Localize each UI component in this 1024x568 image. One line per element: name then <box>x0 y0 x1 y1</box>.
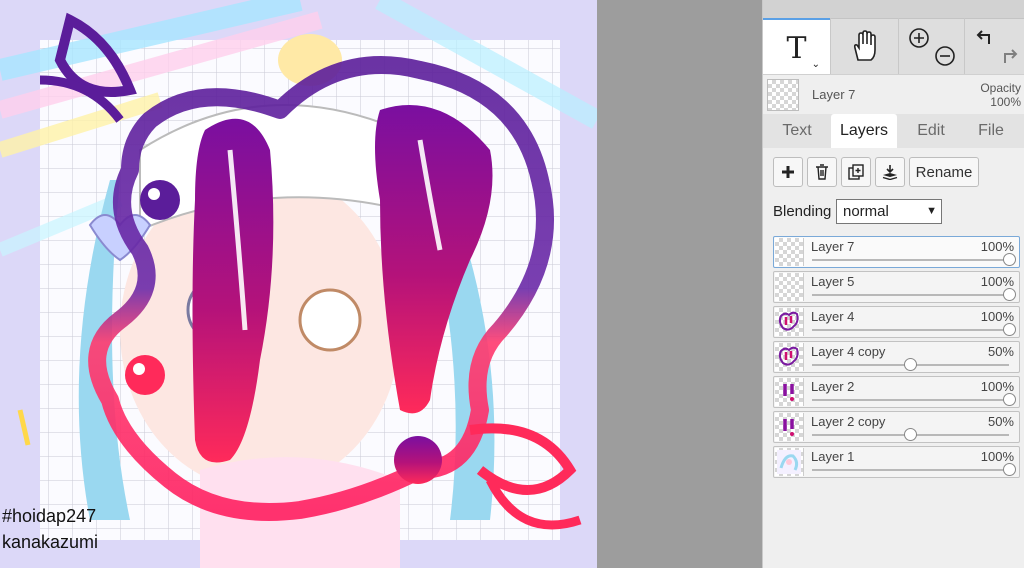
slider-handle[interactable] <box>1002 393 1016 406</box>
layer-name: Layer 5 <box>811 274 855 289</box>
blending-value: normal <box>843 203 889 220</box>
layer-thumbnail <box>775 273 804 301</box>
tab-layers[interactable]: Layers <box>831 114 897 148</box>
layer-row[interactable]: Layer 7 100% <box>773 236 1020 268</box>
rename-layer-button[interactable]: Rename <box>909 157 979 187</box>
workspace-gutter <box>597 0 762 568</box>
layer-row[interactable]: Layer 2 100% <box>773 376 1020 408</box>
layer-row[interactable]: Layer 5 100% <box>773 271 1020 303</box>
trash-icon <box>816 164 828 180</box>
slider-handle[interactable] <box>904 428 917 441</box>
current-layer-header: Layer 7 Opacity 100% <box>763 74 1024 115</box>
slider-handle[interactable] <box>904 358 917 371</box>
layer-opacity-slider[interactable] <box>812 329 1009 331</box>
opacity-label: Opacity <box>980 81 1021 95</box>
layer-opacity-slider[interactable] <box>812 259 1009 261</box>
zoom-in-icon[interactable] <box>908 27 930 49</box>
history-tools <box>964 18 1024 74</box>
layer-opacity: 100% <box>980 239 1014 254</box>
tool-bar: T ⌄ <box>763 0 1024 76</box>
current-layer-thumbnail <box>767 79 799 111</box>
layer-name: Layer 7 <box>811 239 855 254</box>
layer-row[interactable]: Layer 2 copy 50% <box>773 411 1020 443</box>
panel-tabs: Text Layers Edit File <box>763 114 1024 148</box>
text-tool-icon: T <box>786 30 807 66</box>
blending-select[interactable]: normal ▼ <box>836 199 942 224</box>
tab-file[interactable]: File <box>963 114 1019 148</box>
undo-icon[interactable] <box>973 26 995 48</box>
layer-opacity: 100% <box>980 309 1014 324</box>
slider-handle[interactable] <box>1002 463 1016 476</box>
opacity-value: 100% <box>990 95 1021 109</box>
layer-thumbnail <box>775 308 804 336</box>
slider-handle[interactable] <box>1002 253 1016 266</box>
layer-opacity-slider[interactable] <box>812 399 1009 401</box>
zoom-out-icon[interactable] <box>934 45 956 67</box>
layer-name: Layer 4 <box>811 309 855 324</box>
layer-name: Layer 2 <box>811 379 855 394</box>
duplicate-icon <box>848 164 864 180</box>
watermark-author: kanakazumi <box>2 532 99 552</box>
layer-name: Layer 1 <box>811 449 855 464</box>
layer-opacity-slider[interactable] <box>812 294 1009 296</box>
layer-row[interactable]: Layer 1 100% <box>773 446 1020 478</box>
redo-icon[interactable] <box>999 45 1021 67</box>
layer-opacity-slider[interactable] <box>812 469 1009 471</box>
layer-name: Layer 4 copy <box>811 344 886 359</box>
hand-tool-icon <box>853 30 876 61</box>
layer-row[interactable]: Layer 4 100% <box>773 306 1020 338</box>
slider-handle[interactable] <box>1002 323 1016 336</box>
layer-thumbnail <box>775 238 804 266</box>
chevron-down-icon[interactable]: ⌄ <box>812 59 820 70</box>
layer-opacity: 100% <box>980 449 1014 464</box>
drawing-canvas[interactable]: #hoidap247 kanakazumi <box>0 0 597 568</box>
layer-thumbnail <box>775 413 804 441</box>
chevron-down-icon: ▼ <box>926 205 937 217</box>
current-layer-name: Layer 7 <box>812 87 856 102</box>
layer-opacity: 100% <box>980 274 1014 289</box>
layer-thumbnail <box>775 448 804 476</box>
hand-tool-button[interactable] <box>830 18 899 74</box>
blending-label: Blending <box>773 203 832 220</box>
merge-down-icon <box>882 165 898 180</box>
tab-edit[interactable]: Edit <box>903 114 959 148</box>
layer-name: Layer 2 copy <box>811 414 886 429</box>
duplicate-layer-button[interactable] <box>841 157 871 187</box>
canvas-artwork <box>0 0 597 568</box>
text-tool-button[interactable]: T ⌄ <box>763 18 830 76</box>
slider-handle[interactable] <box>1002 288 1016 301</box>
layer-thumbnail <box>775 378 804 406</box>
layer-opacity: 50% <box>987 414 1014 429</box>
tab-text[interactable]: Text <box>767 114 827 148</box>
layer-row[interactable]: Layer 4 copy 50% <box>773 341 1020 373</box>
plus-icon <box>782 166 794 178</box>
layer-opacity: 50% <box>987 344 1014 359</box>
add-layer-button[interactable] <box>773 157 803 187</box>
zoom-tools <box>898 18 965 74</box>
watermark-tag: #hoidap247 <box>2 506 97 526</box>
layer-thumbnail <box>775 343 804 371</box>
layer-opacity: 100% <box>980 379 1014 394</box>
side-panel: T ⌄ Layer 7 Opacity 100% Text Layers Edi… <box>762 0 1024 568</box>
delete-layer-button[interactable] <box>807 157 837 187</box>
merge-down-button[interactable] <box>875 157 905 187</box>
toolbar-strip <box>763 0 1024 19</box>
